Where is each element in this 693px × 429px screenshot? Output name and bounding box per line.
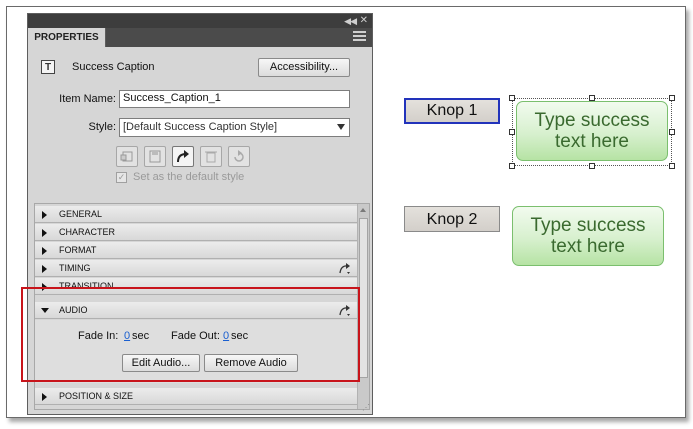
resize-handle[interactable] [669,95,675,101]
resize-handle[interactable] [589,95,595,101]
default-style-label: Set as the default style [133,171,245,183]
resize-handle[interactable] [509,95,515,101]
item-name-label: Item Name: [59,93,116,105]
section-position-size[interactable]: POSITION & SIZE [35,388,358,405]
save-style-icon [149,150,161,163]
section-label: GENERAL [59,209,103,219]
section-character[interactable]: CHARACTER [35,224,358,241]
style-select-value: [Default Success Caption Style] [123,121,278,133]
delete-style-button[interactable] [200,146,222,167]
section-label: TIMING [59,263,91,273]
save-style-button[interactable] [144,146,166,167]
scrollbar-thumb[interactable] [359,218,368,378]
object-type-label: Success Caption [72,61,155,73]
accessibility-button[interactable]: Accessibility... [258,58,350,77]
section-label: POSITION & SIZE [59,391,134,401]
apply-to-all-icon[interactable] [338,262,352,275]
resize-handle[interactable] [509,129,515,135]
expand-arrow-icon [42,247,47,255]
redo-icon [177,150,189,163]
panel-tab-bar: PROPERTIES [28,28,372,47]
panel-menu-icon[interactable] [353,31,366,43]
delete-icon [205,151,217,163]
section-label: FORMAT [59,245,97,255]
knop-1-button[interactable]: Knop 1 [404,98,500,124]
screenshot-frame: ◀◀ ✕ PROPERTIES T Success Caption Access… [6,6,686,418]
tab-properties[interactable]: PROPERTIES [28,28,106,47]
knop-2-button[interactable]: Knop 2 [404,206,500,232]
resize-handle[interactable] [589,163,595,169]
resize-handle[interactable] [669,163,675,169]
section-general[interactable]: GENERAL [35,206,358,223]
style-label: Style: [88,121,116,133]
style-select[interactable]: [Default Success Caption Style] [119,118,350,137]
resize-handle[interactable] [669,129,675,135]
scroll-up-icon[interactable] [360,208,366,212]
redo-style-button[interactable] [172,146,194,167]
section-label: CHARACTER [59,227,116,237]
panel-title-strip: ◀◀ ✕ [28,14,372,28]
close-icon[interactable]: ✕ [360,14,368,27]
section-timing[interactable]: TIMING [35,260,358,277]
reset-style-button[interactable] [228,146,250,167]
resize-handle[interactable] [509,163,515,169]
chevron-down-icon [337,124,345,130]
expand-arrow-icon [42,265,47,273]
selection-bounding-box [512,98,672,166]
expand-arrow-icon [42,211,47,219]
item-name-field[interactable]: Success_Caption_1 [119,90,350,108]
caption-line-1: Type success [530,215,646,236]
audio-highlight-box [21,287,360,382]
resize-grip-icon[interactable]: ⋰ [362,403,370,412]
caption-line-2: text here [551,236,625,257]
text-caption-icon: T [41,60,55,74]
default-style-checkbox[interactable]: ✓ [116,172,127,183]
collapse-icon[interactable]: ◀◀ [344,15,357,27]
section-format[interactable]: FORMAT [35,242,358,259]
success-caption-2[interactable]: Type success text here [512,206,664,266]
expand-arrow-icon [42,393,47,401]
expand-arrow-icon [42,229,47,237]
new-style-button[interactable] [116,146,138,167]
reset-icon [234,150,244,162]
new-style-icon [120,151,133,162]
